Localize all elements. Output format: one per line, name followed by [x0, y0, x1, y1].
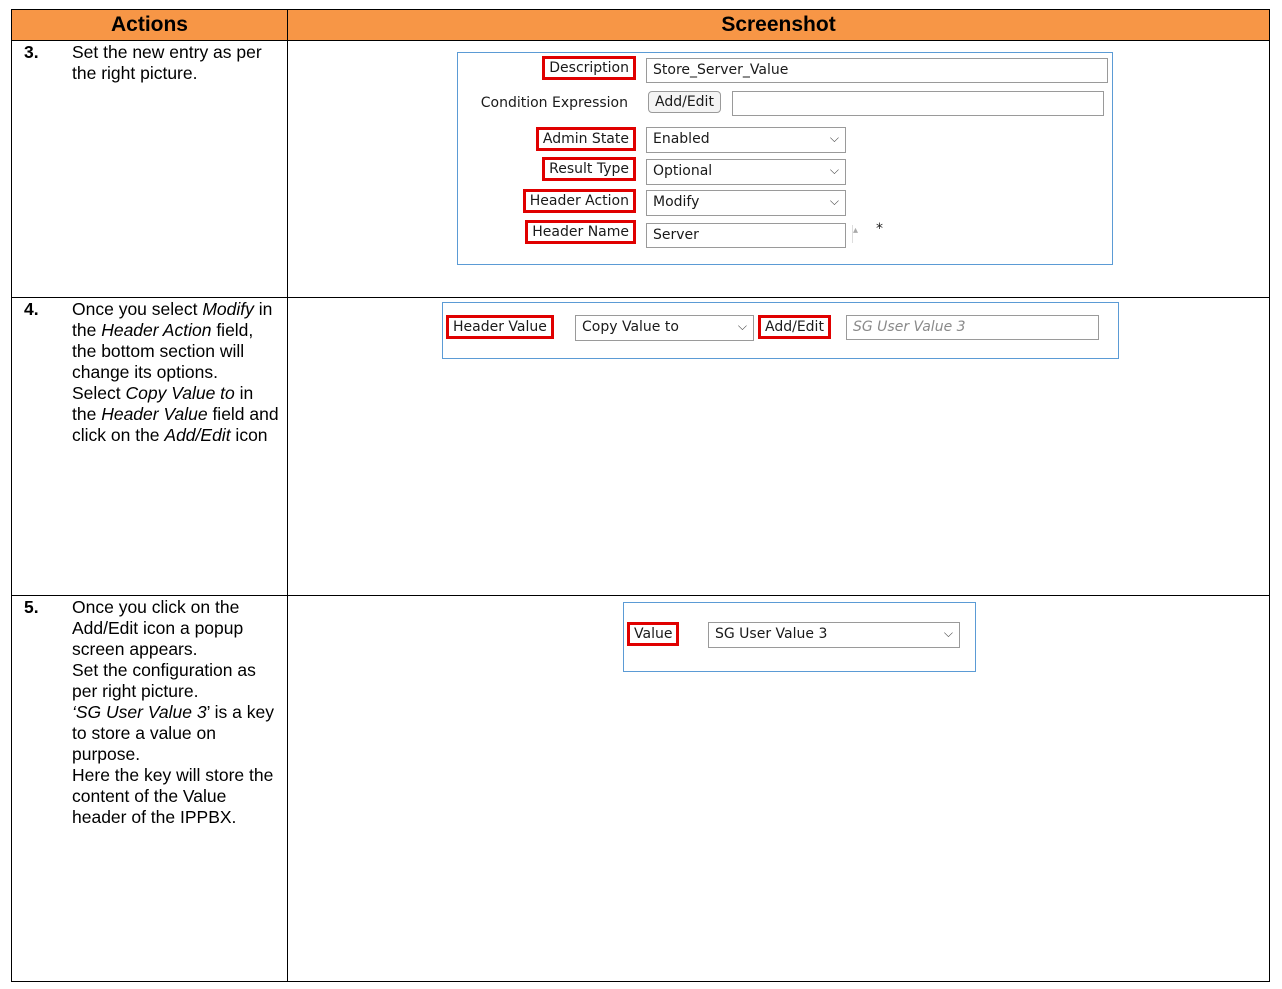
- step-text: Once you select Modify in the Header Act…: [72, 298, 279, 446]
- admin-state-value: Enabled: [653, 131, 710, 147]
- text-fragment: Header Value: [101, 404, 208, 424]
- target-placeholder: SG User Value 3: [853, 319, 966, 335]
- text-fragment: Modify: [202, 299, 254, 319]
- step-3-actions: 3. Set the new entry as per the right pi…: [11, 40, 288, 298]
- step-number: 5.: [24, 597, 39, 617]
- step-4-screenshot: Header Value Copy Value to ⌵ Add/Edit SG…: [287, 297, 1270, 596]
- step-row-4: 4. Once you select Modify in the Header …: [11, 297, 1270, 596]
- text-fragment: Once you select: [72, 299, 203, 319]
- header-value-add-edit-button[interactable]: Add/Edit: [758, 315, 831, 339]
- text-fragment: Copy Value to: [125, 383, 235, 403]
- value-label: Value: [627, 622, 680, 646]
- step-5-actions: 5. Once you click on the Add/Edit icon a…: [11, 595, 288, 982]
- description-label: Description: [542, 56, 636, 80]
- header-name-label: Header Name: [525, 220, 636, 244]
- header-manipulation-form: Description Store_Server_Value Condition…: [457, 52, 1113, 265]
- admin-state-label: Admin State: [535, 127, 636, 151]
- header-action-label: Header Action: [522, 189, 636, 213]
- text-fragment: Once you click on the Add/Edit icon a po…: [72, 597, 244, 659]
- text-fragment: icon: [230, 425, 268, 445]
- step-row-5: 5. Once you click on the Add/Edit icon a…: [11, 595, 1270, 982]
- step-4-actions: 4. Once you select Modify in the Header …: [11, 297, 288, 596]
- table-header-row: Actions Screenshot: [11, 9, 1270, 41]
- chevron-down-icon: ⌵: [943, 626, 953, 640]
- text-fragment: Header Action: [101, 320, 212, 340]
- header-action-value: Modify: [653, 194, 700, 210]
- chevron-down-icon: ⌵: [737, 319, 747, 333]
- chevron-down-icon: ⌵: [829, 194, 839, 208]
- step-number: 4.: [24, 299, 39, 319]
- header-value-label: Header Value: [446, 315, 554, 339]
- value-popup-form: Value SG User Value 3 ⌵: [623, 602, 976, 672]
- screenshot-header: Screenshot: [287, 9, 1270, 41]
- result-type-value: Optional: [653, 163, 713, 179]
- header-value-select-value: Copy Value to: [582, 319, 679, 335]
- step-5-screenshot: Value SG User Value 3 ⌵: [287, 595, 1270, 982]
- step-text: Once you click on the Add/Edit icon a po…: [72, 596, 279, 828]
- description-value: Store_Server_Value: [653, 62, 789, 78]
- chevron-down-icon: ⌵: [829, 163, 839, 177]
- condition-expression-field[interactable]: [732, 91, 1104, 116]
- admin-state-select[interactable]: Enabled ⌵: [646, 127, 846, 153]
- header-value-target-field[interactable]: SG User Value 3: [846, 315, 1099, 340]
- text-fragment: Select: [72, 383, 126, 403]
- header-name-value: Server: [653, 227, 699, 243]
- text-fragment: Add/Edit: [164, 425, 231, 445]
- spinner-icon[interactable]: ▴: [852, 225, 869, 243]
- actions-header: Actions: [11, 9, 288, 41]
- text-fragment: Here the key will store the content of t…: [72, 765, 274, 827]
- value-select-value: SG User Value 3: [715, 626, 828, 642]
- condition-expression-label: Condition Expression: [480, 95, 628, 111]
- step-text: Set the new entry as per the right pictu…: [72, 42, 262, 83]
- value-select[interactable]: SG User Value 3 ⌵: [708, 622, 960, 648]
- header-value-form: Header Value Copy Value to ⌵ Add/Edit SG…: [442, 302, 1119, 359]
- instruction-table: Actions Screenshot 3. Set the new entry …: [11, 9, 1270, 982]
- chevron-down-icon: ⌵: [829, 131, 839, 145]
- step-number: 3.: [24, 42, 39, 62]
- description-field[interactable]: Store_Server_Value: [646, 58, 1108, 83]
- result-type-label: Result Type: [542, 157, 636, 181]
- text-fragment: Set the configuration as per right pictu…: [72, 660, 256, 701]
- step-row-3: 3. Set the new entry as per the right pi…: [11, 40, 1270, 298]
- text-fragment: ‘SG User Value 3: [72, 702, 207, 722]
- condition-add-edit-button[interactable]: Add/Edit: [648, 91, 721, 113]
- required-mark: *: [876, 221, 883, 237]
- header-action-select[interactable]: Modify ⌵: [646, 190, 846, 216]
- header-name-field[interactable]: Server: [646, 223, 846, 248]
- result-type-select[interactable]: Optional ⌵: [646, 159, 846, 185]
- header-value-select[interactable]: Copy Value to ⌵: [575, 315, 754, 341]
- step-3-screenshot: Description Store_Server_Value Condition…: [287, 40, 1270, 298]
